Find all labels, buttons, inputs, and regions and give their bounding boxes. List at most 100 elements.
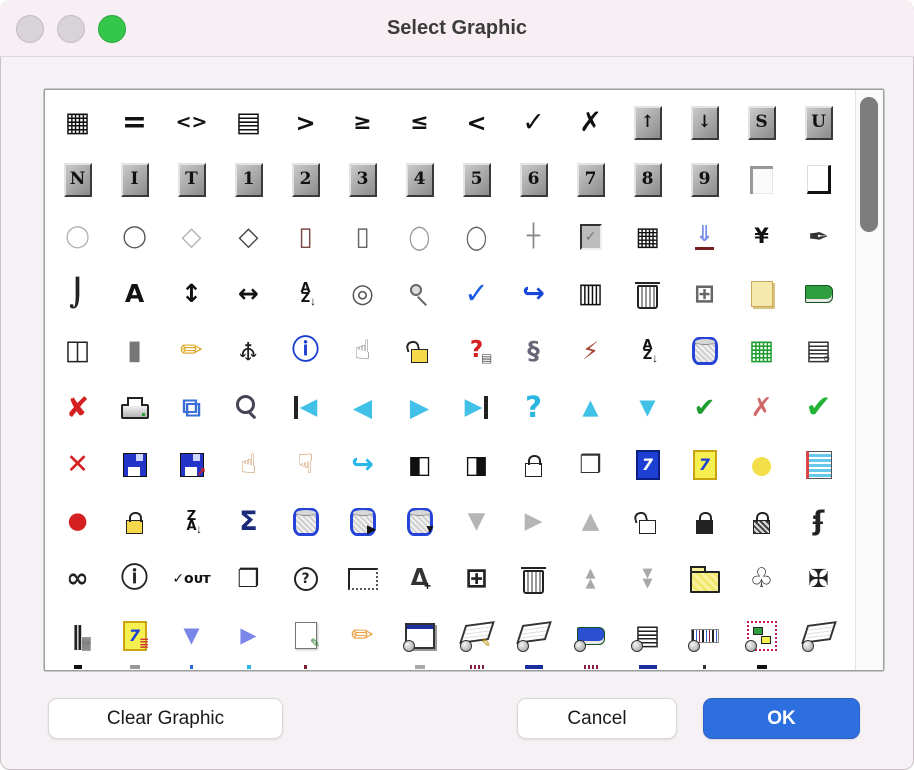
- btn-9-icon[interactable]: 9: [676, 151, 733, 208]
- btn-7-icon[interactable]: 7: [562, 151, 619, 208]
- circle-dark-icon[interactable]: ◯: [106, 208, 163, 265]
- triangle-down-gray-icon[interactable]: ▼: [448, 493, 505, 550]
- less-equal-icon[interactable]: ≤: [391, 94, 448, 151]
- seven-card-yellow-icon[interactable]: 7: [676, 436, 733, 493]
- diamond-light-icon[interactable]: ◇: [163, 208, 220, 265]
- info-outline-icon[interactable]: ⓘ: [106, 550, 163, 607]
- btn-3-icon[interactable]: 3: [334, 151, 391, 208]
- save-floppy-icon[interactable]: [106, 436, 163, 493]
- yen-min-icon[interactable]: ¥: [733, 208, 790, 265]
- triangle-up-cyan-icon[interactable]: ▲: [562, 379, 619, 436]
- seven-stack-icon[interactable]: 7≣: [106, 607, 163, 664]
- minimize-button[interactable]: [57, 15, 85, 43]
- shield-cross-icon[interactable]: ✠: [790, 550, 847, 607]
- sort-za-icon[interactable]: Z A↓: [163, 493, 220, 550]
- selection-dotted-icon[interactable]: [733, 607, 790, 664]
- delete-red-icon[interactable]: ✘: [49, 379, 106, 436]
- database-2-icon[interactable]: [277, 493, 334, 550]
- btn-4-icon[interactable]: 4: [391, 151, 448, 208]
- corner-bottom-right-icon[interactable]: [790, 151, 847, 208]
- rect-gray-icon[interactable]: ▯: [334, 208, 391, 265]
- tree-pine-icon[interactable]: ♧: [733, 550, 790, 607]
- btn-6-icon[interactable]: 6: [505, 151, 562, 208]
- first-record-icon[interactable]: ◀: [277, 379, 334, 436]
- triangle-up-gray-icon[interactable]: ▲: [562, 493, 619, 550]
- clear-graphic-button[interactable]: Clear Graphic: [48, 698, 283, 739]
- btn-s-icon[interactable]: S: [733, 94, 790, 151]
- cross-thin-icon[interactable]: ✕: [49, 436, 106, 493]
- report-columns-icon[interactable]: ▥: [562, 265, 619, 322]
- add-triangle-icon[interactable]: Δ+: [391, 550, 448, 607]
- find-document-icon[interactable]: ▤○: [790, 322, 847, 379]
- eyeglasses-icon[interactable]: ∞: [49, 550, 106, 607]
- target-ring-icon[interactable]: ◎: [334, 265, 391, 322]
- clipped-icon[interactable]: [277, 664, 334, 671]
- lock-open-outline-icon[interactable]: [619, 493, 676, 550]
- note-yellow-icon[interactable]: [733, 265, 790, 322]
- pencil-orange-icon[interactable]: ✏: [334, 607, 391, 664]
- database-down-icon[interactable]: ▼: [391, 493, 448, 550]
- contrast-two-icon[interactable]: ◨: [448, 436, 505, 493]
- document-list-icon[interactable]: ▤: [220, 94, 277, 151]
- window-button-icon[interactable]: [391, 607, 448, 664]
- crosshair-icon[interactable]: ┼: [505, 208, 562, 265]
- spreadsheet-icon[interactable]: ▦: [49, 94, 106, 151]
- lock-yellow-icon[interactable]: [106, 493, 163, 550]
- btn-arrow-up-icon[interactable]: ↑: [619, 94, 676, 151]
- run-person-icon[interactable]: ⚡: [562, 322, 619, 379]
- thumbs-down-icon[interactable]: ☟: [277, 436, 334, 493]
- striped-list-icon[interactable]: [790, 436, 847, 493]
- pushpin-icon[interactable]: [391, 265, 448, 322]
- triangle-right-gray-icon[interactable]: ▶: [505, 493, 562, 550]
- cross-red-soft-icon[interactable]: ✗: [733, 379, 790, 436]
- clipped-icon[interactable]: [562, 664, 619, 671]
- scripts-fan-icon[interactable]: [790, 607, 847, 664]
- zoom-button[interactable]: [98, 15, 126, 43]
- equals-icon[interactable]: =: [106, 94, 163, 151]
- marquee-icon[interactable]: [334, 550, 391, 607]
- btn-u-icon[interactable]: U: [790, 94, 847, 151]
- pencil-yellow-icon[interactable]: ✏: [163, 322, 220, 379]
- double-up-icon[interactable]: ▲ ▲: [562, 550, 619, 607]
- cross-icon[interactable]: ✗: [562, 94, 619, 151]
- book-blue-icon[interactable]: [562, 607, 619, 664]
- clipped-icon[interactable]: [619, 664, 676, 671]
- clipped-icon[interactable]: [163, 664, 220, 671]
- btn-5-icon[interactable]: 5: [448, 151, 505, 208]
- sigma-icon[interactable]: Σ: [220, 493, 277, 550]
- angle-brackets-icon[interactable]: <>: [163, 94, 220, 151]
- clipped-icon[interactable]: [448, 664, 505, 671]
- lock-black-icon[interactable]: [676, 493, 733, 550]
- door-open-icon[interactable]: ◫: [49, 322, 106, 379]
- resize-horizontal-icon[interactable]: ↔: [220, 265, 277, 322]
- check-blue-icon[interactable]: ✓: [448, 265, 505, 322]
- info-blue-icon[interactable]: ⓘ: [277, 322, 334, 379]
- check-green-big-icon[interactable]: ✔: [790, 379, 847, 436]
- add-box-icon[interactable]: ⊞: [676, 265, 733, 322]
- save-as-floppy-icon[interactable]: ↗: [163, 436, 220, 493]
- cascade-windows-icon[interactable]: ❐: [220, 550, 277, 607]
- magnifier-icon[interactable]: [220, 379, 277, 436]
- resize-vertical-icon[interactable]: ↕: [163, 265, 220, 322]
- clipped-icon[interactable]: [733, 664, 790, 671]
- cancel-button[interactable]: Cancel: [517, 698, 677, 739]
- lock-white-icon[interactable]: [505, 436, 562, 493]
- paintbrush-icon[interactable]: ♆: [220, 322, 277, 379]
- boxes-stack-icon[interactable]: ❒: [562, 436, 619, 493]
- less-than-icon[interactable]: <: [448, 94, 505, 151]
- clipped-icon[interactable]: [391, 664, 448, 671]
- check-out-icon[interactable]: ✓ᴏᴜᴛ: [163, 550, 220, 607]
- script-scroll-icon[interactable]: §: [505, 322, 562, 379]
- layout-blank-icon[interactable]: [505, 607, 562, 664]
- trash-lined-icon[interactable]: [505, 550, 562, 607]
- greater-than-icon[interactable]: >: [277, 94, 334, 151]
- checkmark-icon[interactable]: ✓: [505, 94, 562, 151]
- btn-2-icon[interactable]: 2: [277, 151, 334, 208]
- diamond-dark-icon[interactable]: ◇: [220, 208, 277, 265]
- contrast-one-icon[interactable]: ◧: [391, 436, 448, 493]
- sort-az-icon[interactable]: A Z↓: [277, 265, 334, 322]
- btn-t-icon[interactable]: T: [163, 151, 220, 208]
- quill-pen-icon[interactable]: ʄ: [790, 493, 847, 550]
- triangle-down-violet-icon[interactable]: ▼: [163, 607, 220, 664]
- close-button[interactable]: [16, 15, 44, 43]
